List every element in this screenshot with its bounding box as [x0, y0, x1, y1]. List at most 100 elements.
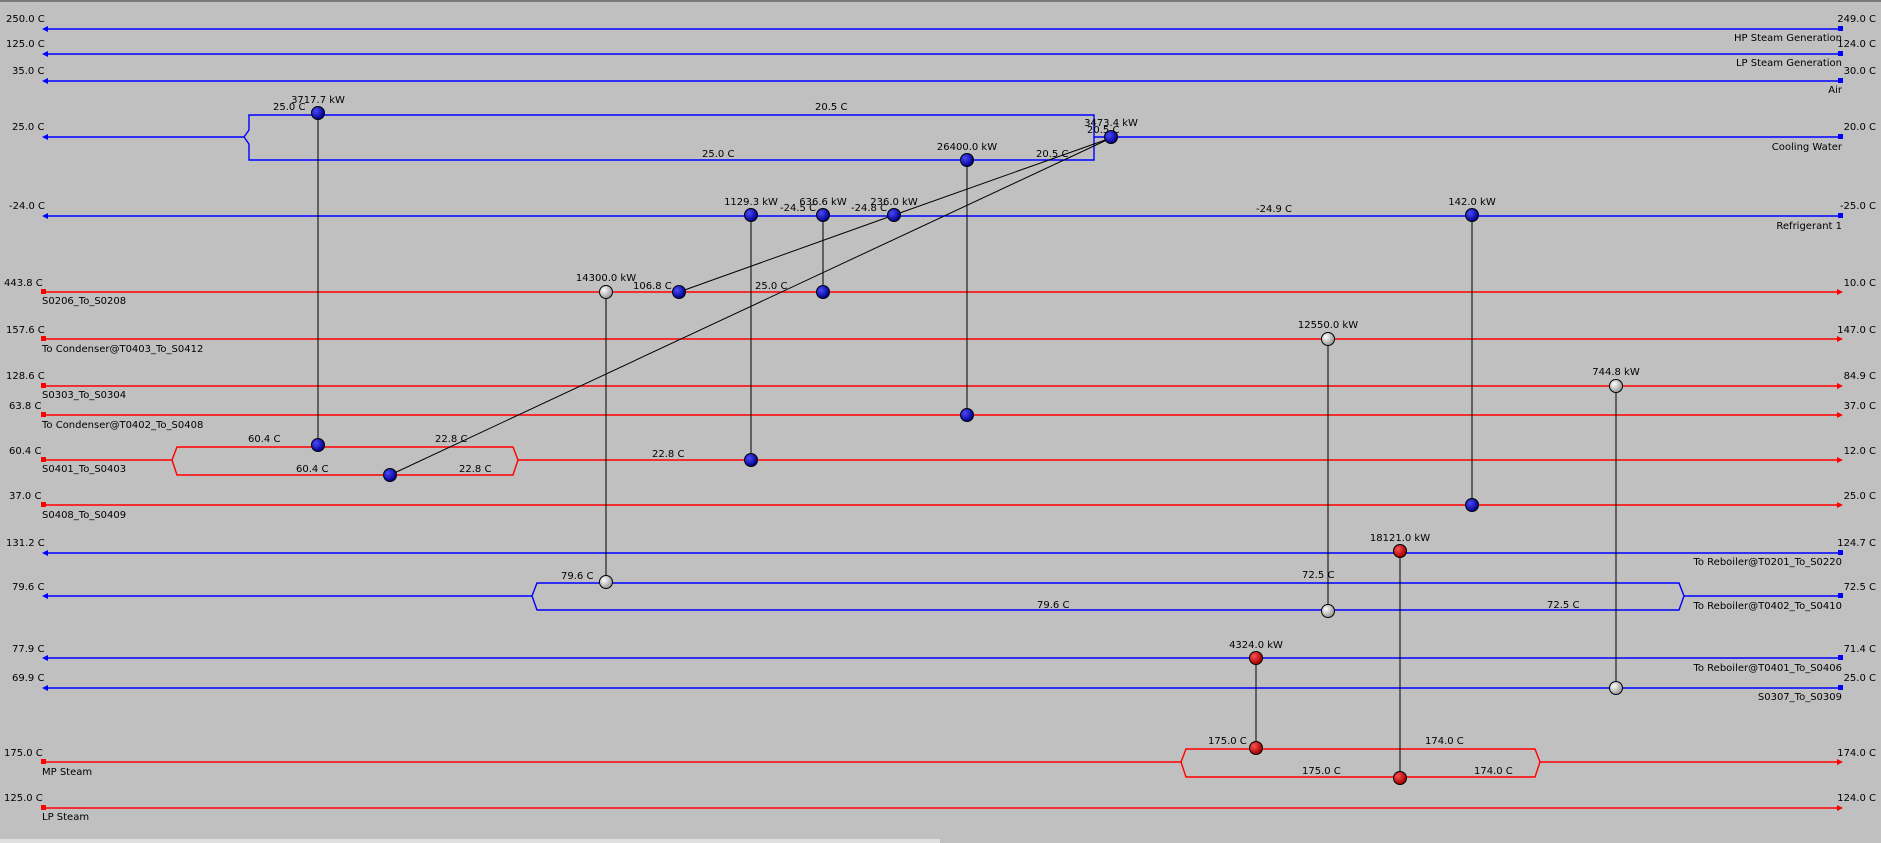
cooler-node-3717-s0401[interactable] [311, 438, 325, 452]
stream-name-to-condenser-t0402: To Condenser@T0402_To_S0408 [41, 420, 203, 431]
arrow-left-icon [42, 51, 48, 57]
stream-end-marker-icon [1838, 655, 1843, 660]
stream-start-marker-icon [41, 412, 46, 417]
right-temp: -25.0 C [1840, 201, 1876, 212]
stream-name-s0401: S0401_To_S0403 [42, 464, 126, 475]
left-temp: 443.8 C [4, 278, 43, 289]
left-temp: 175.0 C [4, 748, 43, 759]
right-temp: 20.0 C [1844, 122, 1876, 133]
stream-left-temps: 250.0 C 125.0 C 35.0 C 25.0 C -24.0 C 44… [4, 14, 45, 804]
right-temp: 72.5 C [1844, 582, 1876, 593]
stream-name-to-reboiler-t0402: To Reboiler@T0402_To_S0410 [1692, 601, 1842, 612]
stream-start-marker-icon [41, 336, 46, 341]
stream-name-cooling-water: Cooling Water [1772, 142, 1843, 153]
stream-start-marker-icon [41, 289, 46, 294]
heater-node-4324-mp[interactable] [1249, 741, 1263, 755]
cooler-node-1129-s0401[interactable] [744, 453, 758, 467]
temp-label: 60.4 C [296, 464, 328, 475]
cooler-node-1129-ref[interactable] [744, 208, 758, 222]
temp-label: 22.8 C [459, 464, 491, 475]
right-temp: 12.0 C [1844, 446, 1876, 457]
left-temp: 128.6 C [6, 371, 45, 382]
temp-label: 175.0 C [1208, 736, 1247, 747]
stream-name-s0206: S0206_To_S0208 [42, 296, 126, 307]
arrow-left-icon [42, 213, 48, 219]
heat-exchanger-network-grid: 250.0 C 125.0 C 35.0 C 25.0 C -24.0 C 44… [4, 14, 1876, 823]
duty-label-142: 142.0 kW [1448, 197, 1496, 208]
exchanger-node-744-s0307[interactable] [1609, 681, 1623, 695]
stream-end-marker-icon [1838, 51, 1843, 56]
left-temp: 125.0 C [6, 39, 45, 50]
arrow-right-icon [1837, 289, 1843, 295]
connector-3473-to-236 [893, 137, 1112, 216]
left-temp: 250.0 C [6, 14, 45, 25]
stream-start-marker-icon [41, 805, 46, 810]
heater-node-18121-mp[interactable] [1393, 771, 1407, 785]
temp-label: 174.0 C [1474, 766, 1513, 777]
right-temp: 30.0 C [1844, 66, 1876, 77]
cooler-node-3473-s0401[interactable] [383, 468, 397, 482]
stream-start-marker-icon [41, 502, 46, 507]
duty-label-1129: 1129.3 kW [724, 197, 778, 208]
temp-label: 72.5 C [1547, 600, 1579, 611]
stream-name-to-condenser-t0403: To Condenser@T0403_To_S0412 [41, 344, 203, 355]
stream-end-marker-icon [1838, 213, 1843, 218]
duty-labels: 3717.7 kW 3473.4 kW 26400.0 kW 1129.3 kW… [291, 95, 1640, 651]
right-temp: 25.0 C [1844, 491, 1876, 502]
exchanger-node-14300-rb2[interactable] [599, 575, 613, 589]
temp-label: 25.0 C [273, 102, 305, 113]
stream-end-marker-icon [1838, 550, 1843, 555]
cooler-node-636-ref[interactable] [816, 208, 830, 222]
arrow-left-icon [42, 26, 48, 32]
right-temp: 10.0 C [1844, 278, 1876, 289]
status-strip [0, 839, 940, 843]
duty-label-744: 744.8 kW [1592, 367, 1640, 378]
stream-name-to-reboiler-t0201: To Reboiler@T0201_To_S0220 [1692, 557, 1842, 568]
duty-label-26400: 26400.0 kW [937, 142, 997, 153]
right-temp: 249.0 C [1837, 14, 1876, 25]
temp-label: 25.0 C [755, 281, 787, 292]
cooler-node-236-ref[interactable] [887, 208, 901, 222]
cooler-node-26400-cw[interactable] [960, 153, 974, 167]
right-temp: 25.0 C [1844, 673, 1876, 684]
right-temp: 147.0 C [1837, 325, 1876, 336]
left-temp: 63.8 C [9, 401, 41, 412]
left-temp: 69.9 C [12, 673, 44, 684]
exchanger-node-744-s0303[interactable] [1609, 379, 1623, 393]
duty-label-4324: 4324.0 kW [1229, 640, 1283, 651]
right-temp: 174.0 C [1837, 748, 1876, 759]
cooler-node-636-s0206[interactable] [816, 285, 830, 299]
arrow-right-icon [1837, 336, 1843, 342]
cooler-node-26400-t0402[interactable] [960, 408, 974, 422]
cooler-node-3717-cw[interactable] [311, 106, 325, 120]
stream-name-lp-steam-generation: LP Steam Generation [1736, 58, 1842, 69]
arrow-left-icon [42, 685, 48, 691]
exchanger-node-14300-s0206[interactable] [599, 285, 613, 299]
exchanger-node-12550-rb2[interactable] [1321, 604, 1335, 618]
temp-label: -24.8 C [851, 203, 887, 214]
left-temp: 35.0 C [12, 66, 44, 77]
arrow-left-icon [42, 134, 48, 140]
arrow-right-icon [1837, 383, 1843, 389]
cooler-node-142-ref[interactable] [1465, 208, 1479, 222]
duty-label-14300: 14300.0 kW [576, 273, 636, 284]
stream-end-marker-icon [1838, 593, 1843, 598]
duty-label-12550: 12550.0 kW [1298, 320, 1358, 331]
stream-start-marker-icon [41, 457, 46, 462]
cooler-node-236-s0206[interactable] [672, 285, 686, 299]
cooler-node-142-s0408[interactable] [1465, 498, 1479, 512]
stream-name-air: Air [1828, 85, 1843, 96]
right-temp: 37.0 C [1844, 401, 1876, 412]
stream-name-s0303: S0303_To_S0304 [42, 390, 126, 401]
stream-right-temps: 249.0 C 124.0 C 30.0 C 20.0 C -25.0 C 10… [1837, 14, 1876, 804]
right-temp: 124.7 C [1837, 538, 1876, 549]
exchanger-node-12550-t0403[interactable] [1321, 332, 1335, 346]
heater-node-18121-rb1[interactable] [1393, 544, 1407, 558]
temp-label: 79.6 C [561, 571, 593, 582]
reboiler-t0402-split-branches [531, 582, 1685, 611]
stream-end-marker-icon [1838, 134, 1843, 139]
stream-name-s0408: S0408_To_S0409 [42, 510, 126, 521]
temp-label: 79.6 C [1037, 600, 1069, 611]
duty-label-18121: 18121.0 kW [1370, 533, 1430, 544]
heater-node-4324-rb3[interactable] [1249, 651, 1263, 665]
